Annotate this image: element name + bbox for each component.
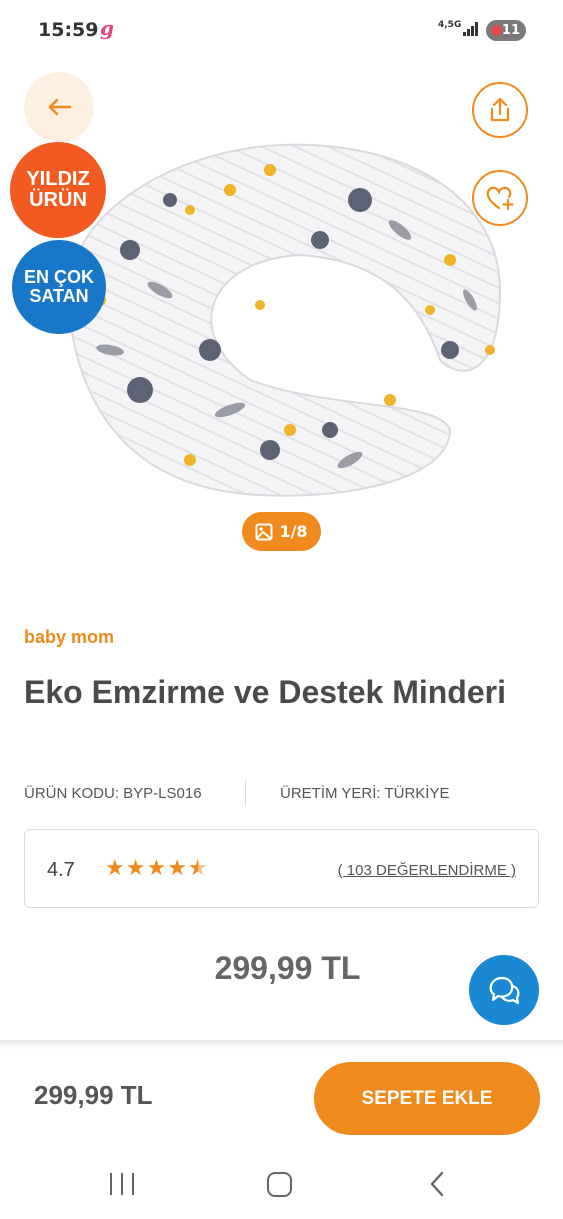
status-bar: 15:59 g 4,5G 11 (0, 0, 563, 60)
chat-icon (489, 976, 520, 1005)
share-button[interactable] (472, 82, 528, 138)
back-nav-icon[interactable] (428, 1170, 446, 1198)
star-badge-line2: ÜRÜN (29, 189, 87, 211)
star-badge-line1: YILDIZ (26, 168, 90, 190)
rating-box[interactable]: 4.7 ★ ★ ★ ★ ★★ ( 103 DEĞERLENDİRME ) (24, 829, 539, 908)
gallery-counter-text: 1/8 (279, 522, 308, 541)
battery-level: 11 (501, 23, 520, 38)
gallery-counter[interactable]: 1/8 (242, 512, 321, 551)
brand-link[interactable]: baby mom (24, 627, 114, 648)
status-time: 15:59 (38, 19, 99, 41)
battery-indicator: 11 (486, 20, 526, 41)
home-nav-icon[interactable] (267, 1172, 292, 1197)
image-icon (255, 523, 273, 540)
reviews-link[interactable]: ( 103 DEĞERLENDİRME ) (338, 862, 516, 879)
divider (245, 780, 246, 806)
star-icon: ★ (105, 856, 125, 881)
bottom-bar-divider (0, 1040, 563, 1050)
star-product-badge: YILDIZ ÜRÜN (10, 142, 106, 238)
arrow-left-icon (48, 98, 72, 116)
favorite-button[interactable] (472, 170, 528, 226)
network-indicator: 4,5G (438, 20, 462, 30)
share-icon (490, 97, 510, 122)
best-badge-line1: EN ÇOK (23, 267, 94, 288)
app-notification-icon: g (100, 16, 114, 40)
best-seller-badge: EN ÇOK SATAN (12, 240, 106, 334)
rating-stars: ★ ★ ★ ★ ★★ (105, 856, 208, 882)
add-to-cart-button[interactable]: SEPETE EKLE (314, 1062, 540, 1135)
signal-icon (463, 22, 479, 36)
star-icon: ★ (146, 856, 167, 881)
heart-plus-icon (486, 186, 514, 211)
rating-value: 4.7 (47, 859, 75, 881)
star-icon: ★ (125, 856, 146, 881)
bottom-price: 299,99 TL (34, 1080, 153, 1110)
half-star-icon: ★★ (187, 856, 208, 881)
star-icon: ★ (167, 856, 187, 881)
back-button[interactable] (24, 72, 94, 142)
recents-nav-icon[interactable] (110, 1173, 134, 1195)
product-code: ÜRÜN KODU: BYP-LS016 (24, 785, 202, 802)
best-badge-line2: SATAN (29, 286, 89, 306)
product-origin: ÜRETİM YERİ: TÜRKİYE (280, 785, 450, 802)
chat-button[interactable] (469, 955, 539, 1025)
product-title: Eko Emzirme ve Destek Minderi (24, 674, 506, 710)
